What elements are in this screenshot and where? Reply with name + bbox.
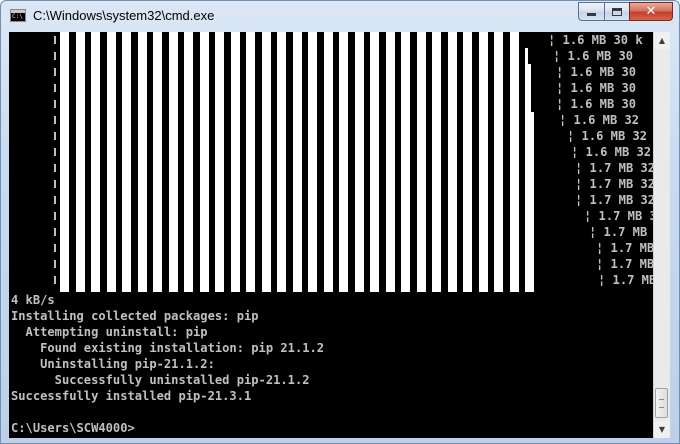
progress-row: ¦ 1.6 MB 32 — [9, 112, 653, 128]
progress-row: ¦ 1.6 MB 30 — [9, 96, 653, 112]
progress-stat: ¦ 1.7 MB 32 — [575, 177, 653, 191]
progress-row: ¦ 1.6 MB 32 — [9, 144, 653, 160]
console-line: Found existing installation: pip 21.1.2 — [11, 341, 325, 355]
scroll-thumb[interactable] — [655, 388, 668, 418]
progress-stat: ¦ 1.6 MB 32 — [567, 129, 648, 143]
progress-row: ¦ 1.7 MB 32 — [9, 176, 653, 192]
minimize-button[interactable] — [578, 2, 604, 21]
progress-stat: ¦ 1.7 MB 3 — [584, 209, 653, 223]
progress-row: ¦ 1.6 MB 32 — [9, 128, 653, 144]
progress-stat: ¦ 1.6 MB 30 — [556, 81, 637, 95]
progress-row: ¦ 1.7 MB 4 — [9, 240, 653, 256]
progress-row: ¦ 1.7 MB 3 — [9, 208, 653, 224]
progress-row: ¦ 1.7 MB 32 — [9, 192, 653, 208]
cmd-icon[interactable] — [10, 9, 26, 22]
maximize-icon — [612, 7, 622, 16]
progress-stat: ¦ 1.7 MB 4 — [589, 225, 648, 239]
console-line: Uninstalling pip-21.1.2: — [11, 357, 215, 371]
progress-stat: ¦ 1.6 MB 30 k — [548, 33, 643, 47]
progress-stat: ¦ 1.6 MB 30 — [553, 49, 634, 63]
progress-row: ¦ 1.6 MB 30 k — [9, 32, 653, 48]
maximize-button[interactable] — [604, 2, 629, 21]
progress-stat: ¦ 1.7 MB 32 — [575, 161, 653, 175]
scroll-up-icon: ▲ — [658, 36, 666, 45]
progress-stat: ¦ 1.7 MB 32 — [575, 193, 653, 207]
console-line: Successfully installed pip-21.3.1 — [11, 389, 252, 403]
progress-stat: ¦ 1.7 MB 4 — [596, 257, 653, 271]
console-line: Attempting uninstall: pip — [11, 325, 208, 339]
progress-stat: ¦ 1.7 MB 4 — [598, 273, 653, 287]
command-prompt: C:\Users\SCW4000> — [11, 421, 135, 435]
progress-row: ¦ 1.7 MB 4 — [9, 256, 653, 272]
caption-buttons: ✕ — [578, 2, 673, 22]
progress-row: ¦ 1.6 MB 30 — [9, 48, 653, 64]
progress-row: ¦ 1.7 MB 32 — [9, 160, 653, 176]
scroll-down-button[interactable]: ▼ — [654, 421, 670, 438]
progress-stat: ¦ 1.6 MB 32 — [559, 113, 640, 127]
progress-row: ¦ 1.6 MB 30 — [9, 80, 653, 96]
console-output[interactable]: ¦ 1.6 MB 30 k ¦ 1.6 MB 30 ¦ 1.6 MB 30 ¦ 1.6… — [9, 32, 653, 438]
progress-rows: ¦ 1.6 MB 30 k ¦ 1.6 MB 30 ¦ 1.6 MB 30 ¦ 1.6… — [9, 32, 653, 292]
close-button[interactable]: ✕ — [629, 2, 673, 21]
close-icon: ✕ — [645, 4, 657, 19]
progress-stat: ¦ 1.7 MB 4 — [596, 241, 653, 255]
console-line: Successfully uninstalled pip-21.1.2 — [11, 373, 310, 387]
cmd-window: C:\Windows\system32\cmd.exe ✕ ¦ 1.6 MB 3… — [0, 0, 680, 444]
scroll-up-button[interactable]: ▲ — [654, 32, 670, 49]
progress-row: ¦ 1.7 MB 4 — [9, 224, 653, 240]
title-bar[interactable]: C:\Windows\system32\cmd.exe ✕ — [1, 1, 679, 31]
progress-row: ¦ 1.7 MB 4 — [9, 272, 653, 288]
minimize-icon — [587, 13, 596, 16]
console-line: 4 kB/s — [11, 293, 55, 307]
progress-stat: ¦ 1.6 MB 32 — [571, 145, 652, 159]
scroll-down-icon: ▼ — [658, 425, 666, 434]
progress-stat: ¦ 1.6 MB 30 — [556, 97, 637, 111]
progress-row: ¦ 1.6 MB 30 — [9, 64, 653, 80]
console-line: Installing collected packages: pip — [11, 309, 259, 323]
vertical-scrollbar[interactable]: ▲ ▼ — [653, 32, 670, 438]
window-title: C:\Windows\system32\cmd.exe — [33, 8, 215, 23]
progress-stat: ¦ 1.6 MB 30 — [556, 65, 637, 79]
